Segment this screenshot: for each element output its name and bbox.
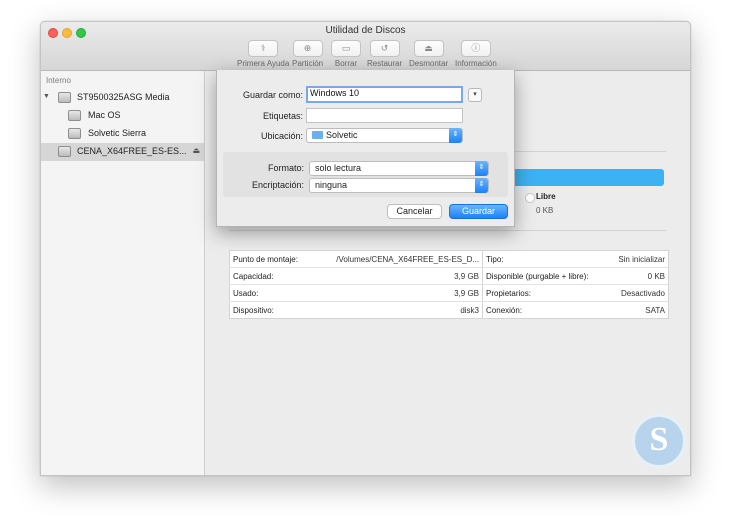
sidebar-section-header: Interno: [46, 76, 71, 85]
free-space-label: Libre: [536, 192, 556, 201]
connection-value: SATA: [645, 305, 665, 315]
folder-icon: [312, 131, 323, 139]
free-space-swatch: [525, 193, 535, 203]
connection-key: Conexión:: [486, 305, 523, 315]
volume-icon: [68, 110, 81, 121]
first-aid-button[interactable]: ⚕ Primera Ayuda: [237, 40, 289, 68]
mount-point-value: /Volumes/CENA_X64FREE_ES-ES_D...: [311, 250, 484, 268]
format-popup[interactable]: solo lectura ⇕: [309, 161, 489, 176]
eject-icon[interactable]: ⏏: [192, 146, 200, 155]
used-value: 3,9 GB: [311, 284, 484, 302]
popup-arrows-icon: ⇕: [449, 128, 462, 143]
sidebar-item-label: Solvetic Sierra: [88, 128, 147, 138]
owners-key: Propietarios:: [482, 284, 608, 302]
partition-label: Partición: [292, 59, 324, 68]
location-label: Ubicación:: [260, 131, 303, 141]
restore-button[interactable]: ↺ Restaurar: [367, 40, 402, 68]
partition-icon: ⊕: [292, 40, 323, 57]
available-value: 0 KB: [607, 267, 669, 285]
info-table: Punto de montaje: /Volumes/CENA_X64FREE_…: [229, 250, 669, 319]
popup-arrows-icon: ⇕: [475, 161, 488, 176]
free-space-value: 0 KB: [536, 206, 554, 215]
capacity-key: Capacidad:: [229, 267, 312, 285]
save-button[interactable]: Guardar: [449, 204, 508, 219]
restore-icon: ↺: [369, 40, 400, 57]
sidebar-item-label: Mac OS: [88, 110, 121, 120]
available-key: Disponible (purgable + libre):: [482, 267, 608, 285]
tags-label: Etiquetas:: [262, 111, 303, 121]
disclosure-triangle-icon[interactable]: ▼: [43, 93, 50, 100]
partition-button[interactable]: ⊕ Partición: [292, 40, 323, 68]
erase-button[interactable]: ▭ Borrar: [331, 40, 361, 68]
restore-label: Restaurar: [367, 59, 403, 68]
save-as-label: Guardar como:: [242, 90, 303, 100]
info-label: Información: [455, 59, 497, 68]
save-as-input[interactable]: Windows 10: [306, 86, 463, 103]
erase-label: Borrar: [334, 59, 358, 68]
divider: [229, 230, 666, 231]
disk-image-icon: [58, 146, 71, 157]
capacity-value: 3,9 GB: [311, 267, 484, 285]
popup-arrows-icon: ⇕: [475, 178, 488, 193]
cancel-button[interactable]: Cancelar: [387, 204, 442, 219]
sidebar-item-solvetic-sierra[interactable]: Solvetic Sierra: [41, 125, 204, 143]
sidebar-item-disk[interactable]: ▼ ST9500325ASG Media: [41, 89, 204, 107]
device-value: disk3: [311, 301, 484, 319]
usage-bar: [510, 169, 664, 186]
sidebar-item-label: CENA_X64FREE_ES-ES...: [77, 146, 187, 156]
stethoscope-icon: ⚕: [248, 40, 279, 57]
unmount-label: Desmontar: [409, 59, 449, 68]
encryption-label: Encriptación:: [251, 180, 304, 190]
location-popup[interactable]: Solvetic ⇕: [306, 128, 463, 143]
table-row: Punto de montaje: /Volumes/CENA_X64FREE_…: [229, 250, 669, 268]
first-aid-label: Primera Ayuda: [237, 59, 290, 68]
info-icon: ⓘ: [460, 40, 491, 57]
mount-point-key: Punto de montaje:: [229, 250, 312, 268]
expand-dialog-button[interactable]: ▾: [468, 88, 482, 102]
erase-icon: ▭: [331, 40, 361, 57]
unmount-button[interactable]: ⏏ Desmontar: [409, 40, 448, 68]
tags-input[interactable]: [306, 108, 463, 123]
type-key: Tipo:: [482, 250, 608, 268]
window-title: Utilidad de Discos: [325, 25, 406, 36]
volume-icon: [68, 128, 81, 139]
info-button[interactable]: ⓘ Información: [455, 40, 497, 68]
table-row: Dispositivo: disk3 Conexión: SATA: [230, 301, 669, 319]
format-label: Formato:: [267, 163, 304, 173]
sidebar-item-cena-image[interactable]: CENA_X64FREE_ES-ES... ⏏: [41, 143, 204, 161]
device-key: Dispositivo:: [233, 305, 274, 315]
encryption-value: ninguna: [315, 180, 348, 190]
sidebar: Interno ▼ ST9500325ASG Media Mac OS Solv…: [41, 71, 205, 475]
format-value: solo lectura: [315, 163, 362, 173]
sidebar-item-macos[interactable]: Mac OS: [41, 107, 204, 125]
chevron-down-icon: ▾: [473, 91, 477, 98]
unmount-icon: ⏏: [413, 40, 444, 57]
owners-value: Desactivado: [607, 284, 669, 302]
encryption-popup[interactable]: ninguna ⇕: [309, 178, 489, 193]
type-value: Sin inicializar: [607, 250, 669, 268]
solvetic-logo: S: [632, 414, 686, 468]
table-row: Capacidad: 3,9 GB Disponible (purgable +…: [229, 267, 669, 285]
location-value: Solvetic: [326, 130, 358, 140]
table-row: Usado: 3,9 GB Propietarios: Desactivado: [229, 284, 669, 302]
hard-disk-icon: [58, 92, 71, 103]
save-dialog-sheet: Guardar como: Windows 10 ▾ Etiquetas: Ub…: [216, 70, 515, 227]
titlebar: Utilidad de Discos ⚕ Primera Ayuda ⊕ Par…: [41, 22, 690, 71]
used-key: Usado:: [229, 284, 312, 302]
sidebar-item-label: ST9500325ASG Media: [77, 92, 170, 102]
